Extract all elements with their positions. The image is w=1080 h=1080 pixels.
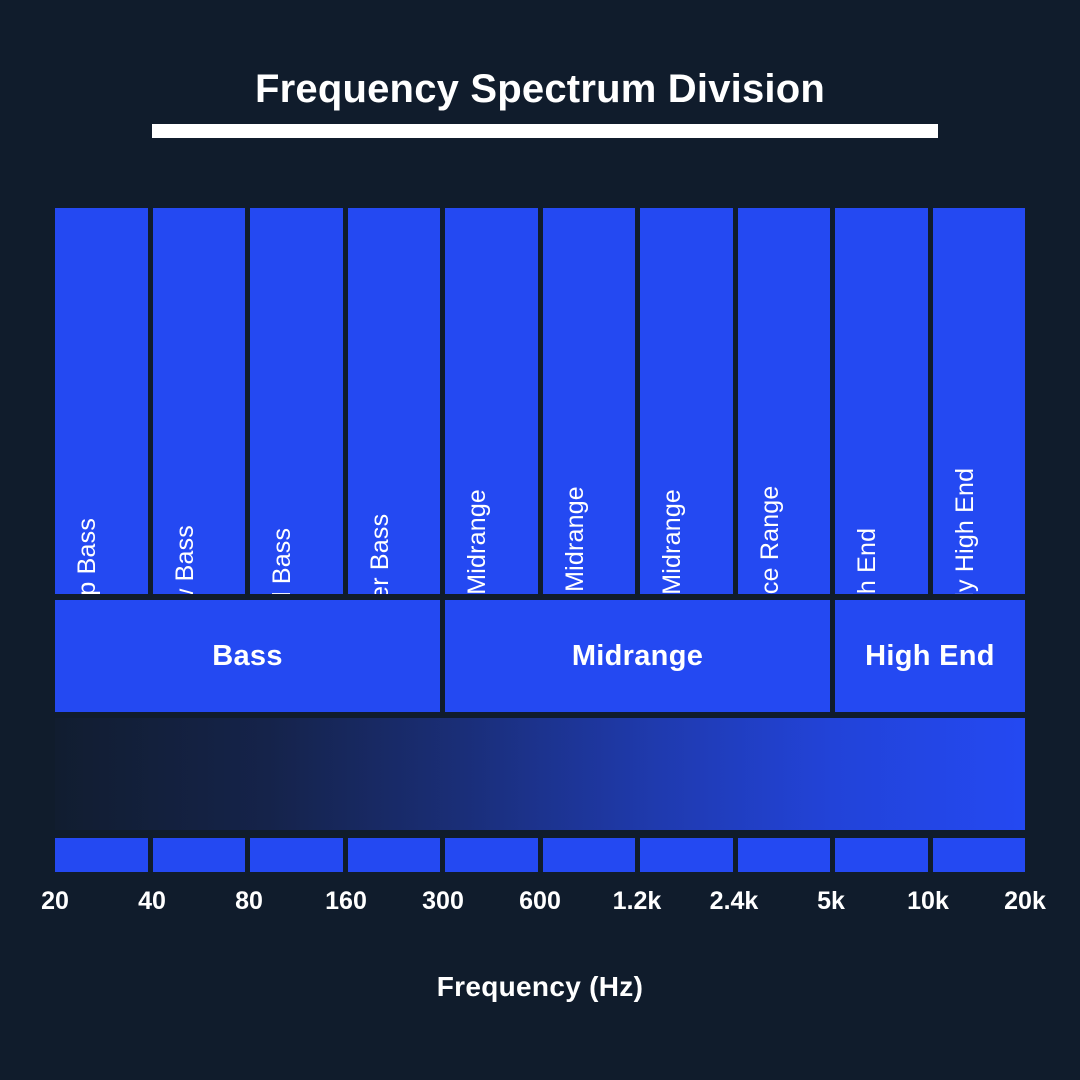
sub-band-label: Extremely High End <box>950 467 979 594</box>
sub-band-label: Low Bass <box>170 525 199 594</box>
tick-label: 300 <box>422 887 464 915</box>
sub-band-column[interactable]: Lower Midrange <box>445 208 538 594</box>
tick-label: 600 <box>519 887 561 915</box>
tick-cell <box>640 838 733 872</box>
sub-band-column[interactable]: Mid Bass <box>250 208 343 594</box>
sub-band-label: Middle Midrange <box>560 486 589 594</box>
tick-label: 20 <box>41 887 69 915</box>
group-band[interactable]: High End <box>835 600 1025 712</box>
sub-band-label: Upper Midrange <box>658 488 687 594</box>
group-band-row: Bass Midrange High End <box>55 600 1025 712</box>
page-title: Frequency Spectrum Division <box>255 67 825 111</box>
sub-band-row: Deep Bass Low Bass Mid Bass Upper Bass Lower… <box>55 208 1025 594</box>
group-band-label: Bass <box>212 639 283 672</box>
sub-band-label: Mid Bass <box>268 527 297 594</box>
title-block: Frequency Spectrum Division <box>0 66 1080 112</box>
tick-cell <box>835 838 928 872</box>
tick-cell <box>445 838 538 872</box>
tick-cell <box>55 838 148 872</box>
group-band-label: High End <box>865 639 995 672</box>
tick-label: 80 <box>235 887 263 915</box>
sub-band-column[interactable]: Presence Range <box>737 208 830 594</box>
tick-label: 20k <box>1004 887 1046 915</box>
sub-band-label: Upper Bass <box>365 513 394 594</box>
sub-band-label: Deep Bass <box>73 517 102 594</box>
sub-band-column[interactable]: Extremely High End <box>932 208 1025 594</box>
axis-title: Frequency (Hz) <box>436 971 644 1002</box>
tick-cell <box>542 838 635 872</box>
sub-band-column[interactable]: High End <box>835 208 928 594</box>
title-underline-rule <box>152 124 938 138</box>
tick-label: 5k <box>817 887 845 915</box>
tick-cell <box>737 838 830 872</box>
spectrum-gradient-strip <box>55 718 1025 830</box>
sub-band-label: Presence Range <box>755 485 784 594</box>
group-band[interactable]: Midrange <box>445 600 830 712</box>
sub-band-column[interactable]: Middle Midrange <box>542 208 635 594</box>
sub-band-column[interactable]: Upper Bass <box>347 208 440 594</box>
sub-band-column[interactable]: Low Bass <box>152 208 245 594</box>
tick-label: 160 <box>325 887 367 915</box>
tick-label: 40 <box>138 887 166 915</box>
group-band[interactable]: Bass <box>55 600 440 712</box>
sub-band-label: High End <box>853 527 882 594</box>
sub-band-column[interactable]: Upper Midrange <box>640 208 733 594</box>
tick-cell <box>152 838 245 872</box>
tick-label: 1.2k <box>612 887 662 915</box>
tick-label: 2.4k <box>709 887 759 915</box>
sub-band-column[interactable]: Deep Bass <box>55 208 148 594</box>
group-band-label: Midrange <box>571 639 704 672</box>
axis-tick-labels: 20 40 80 160 300 600 1.2k 2.4k 5k 10k 20k <box>0 886 1080 922</box>
frequency-spectrum-infographic: Frequency Spectrum Division Deep Bass Low… <box>0 0 1080 1080</box>
tick-cell <box>347 838 440 872</box>
tick-cell-strip <box>55 838 1025 872</box>
sub-band-label: Lower Midrange <box>463 488 492 594</box>
tick-cell <box>250 838 343 872</box>
tick-cell <box>932 838 1025 872</box>
tick-label: 10k <box>907 887 949 915</box>
